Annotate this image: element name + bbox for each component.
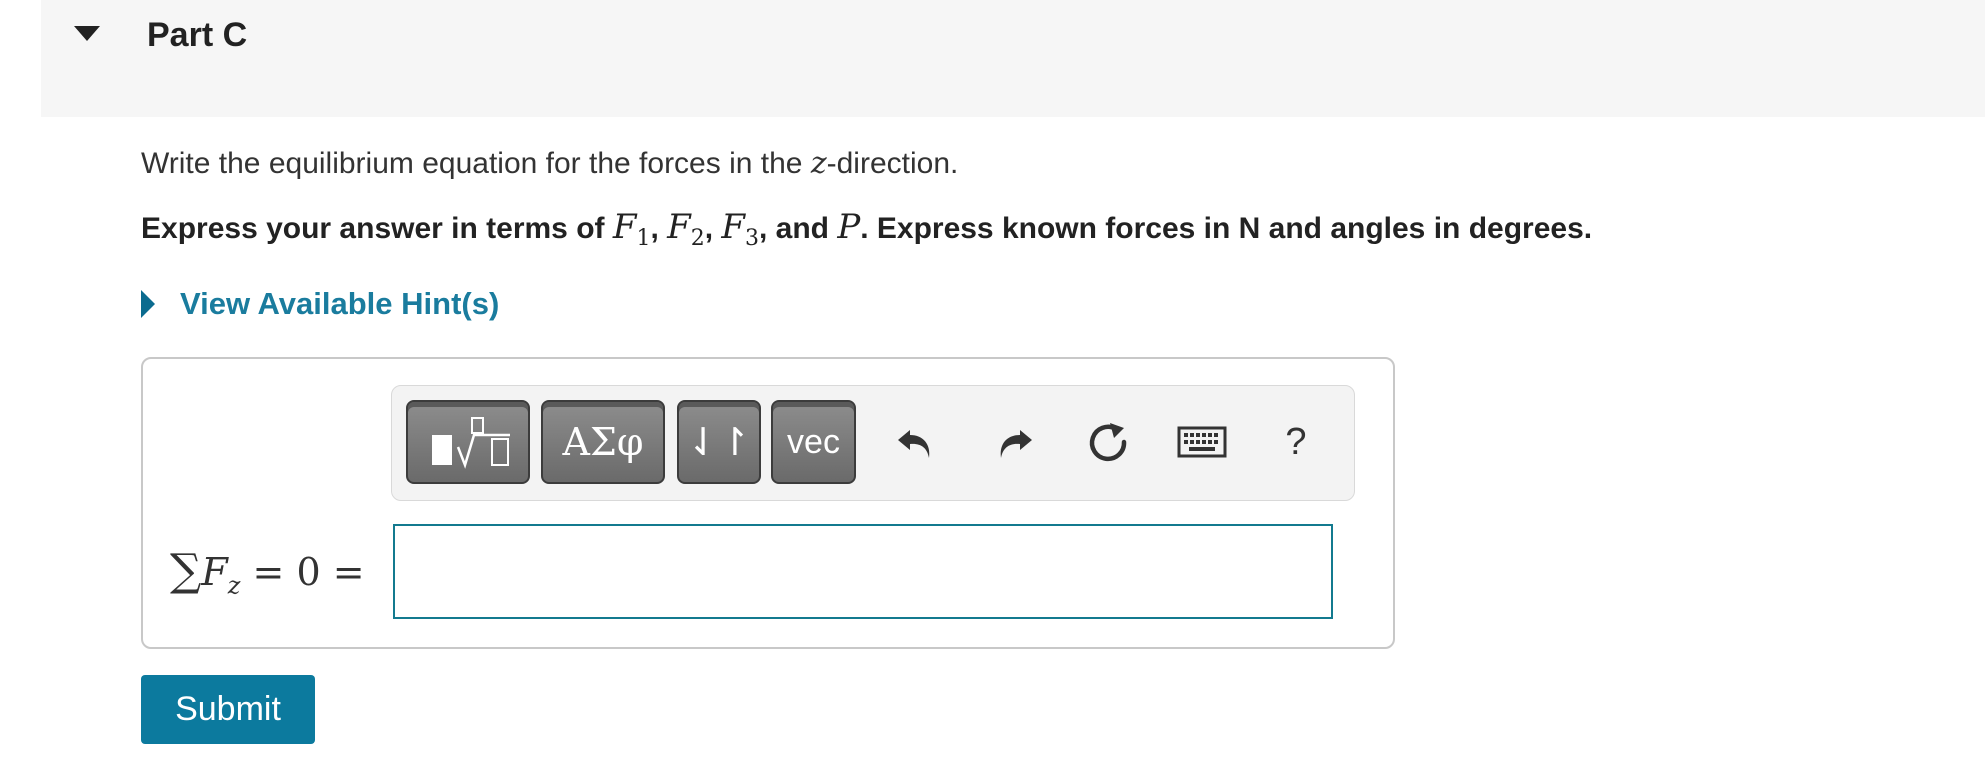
answer-instructions: Express your answer in terms of F1, F2, … xyxy=(141,207,1592,259)
view-hints-label: View Available Hint(s) xyxy=(180,286,500,321)
sigma-symbol: ∑ xyxy=(170,545,202,596)
comma-1: , xyxy=(650,212,668,245)
templates-button[interactable] xyxy=(406,400,530,484)
var-f1: F xyxy=(612,207,637,247)
view-hints-link[interactable]: View Available Hint(s) xyxy=(141,284,499,324)
question-text-after: -direction. xyxy=(826,147,959,180)
instructions-prefix: Express your answer in terms of xyxy=(141,212,613,245)
keyboard-icon[interactable] xyxy=(1176,418,1228,466)
var-f3: F xyxy=(721,207,745,247)
question-text-before: Write the equilibrium equation for the f… xyxy=(141,147,811,180)
answer-input[interactable] xyxy=(393,524,1333,619)
vector-button[interactable]: vec xyxy=(771,400,856,484)
caret-right-icon xyxy=(141,290,155,318)
sub-1: 1 xyxy=(636,226,651,251)
eq-sub-z: z xyxy=(227,571,241,600)
part-title: Part C xyxy=(147,16,248,54)
eq-rest: = 0 = xyxy=(240,550,365,594)
undo-icon[interactable] xyxy=(892,418,940,466)
var-f2: F xyxy=(667,207,691,247)
equation-label: ∑Fz = 0 = xyxy=(170,548,365,609)
instructions-suffix: . Express known forces in N and angles i… xyxy=(860,212,1593,245)
question-var-z: z xyxy=(810,146,827,181)
redo-icon[interactable] xyxy=(990,418,1038,466)
collapse-part-caret-icon[interactable] xyxy=(74,26,100,41)
reset-icon[interactable] xyxy=(1084,418,1132,466)
help-button[interactable]: ? xyxy=(1272,418,1320,466)
templates-icon xyxy=(432,417,510,469)
comma-2: , xyxy=(704,212,722,245)
question-text: Write the equilibrium equation for the f… xyxy=(141,144,958,184)
arrows-button[interactable]: ⇃↾ xyxy=(677,400,761,484)
submit-button[interactable]: Submit xyxy=(141,675,315,744)
and-text: , and xyxy=(758,212,838,245)
sub-3: 3 xyxy=(744,226,759,251)
greek-symbols-button[interactable]: ΑΣφ xyxy=(541,400,665,484)
part-header xyxy=(41,0,1985,117)
eq-var-f: F xyxy=(201,550,228,594)
sub-2: 2 xyxy=(690,226,705,251)
var-p: P xyxy=(837,207,861,247)
